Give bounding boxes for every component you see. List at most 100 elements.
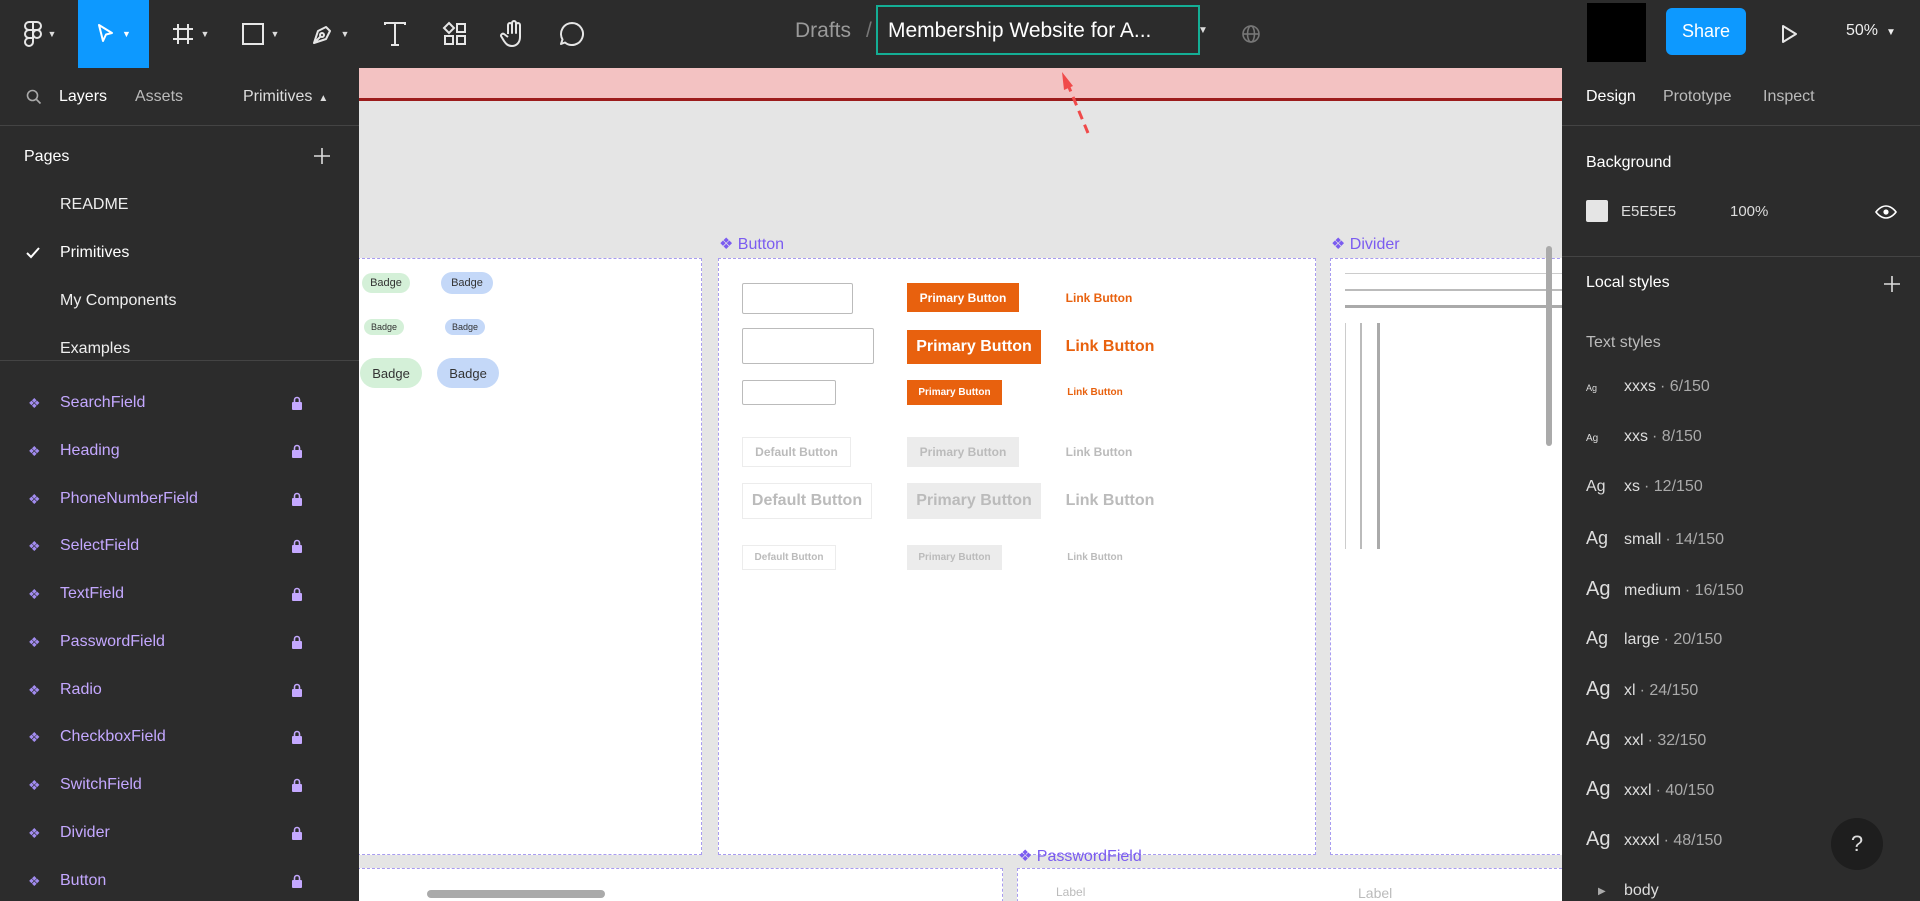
- layer-item[interactable]: ❖ Radio: [0, 670, 359, 710]
- page-item-primitives[interactable]: Primitives: [60, 244, 129, 262]
- zoom-dropdown[interactable]: 50% ▼: [1846, 22, 1896, 40]
- lock-icon[interactable]: [291, 492, 303, 506]
- lock-icon[interactable]: [291, 539, 303, 553]
- layer-item[interactable]: ❖ SwitchField: [0, 765, 359, 805]
- present-button[interactable]: [1774, 0, 1804, 68]
- frame-label-divider[interactable]: ❖ Divider: [1331, 234, 1400, 254]
- input-box-small: [742, 380, 836, 405]
- arrow-annotation: [1062, 72, 1090, 134]
- chevron-down-icon: ▼: [122, 29, 131, 39]
- badge-frame[interactable]: Badge Badge Badge Badge Badge Badge: [359, 258, 702, 855]
- text-style-name: xxxl: [1624, 782, 1652, 799]
- lock-icon[interactable]: [291, 635, 303, 649]
- globe-button[interactable]: [1236, 0, 1266, 68]
- frame-label-button[interactable]: ❖ Button: [719, 234, 784, 254]
- plus-icon[interactable]: [313, 147, 331, 165]
- frame-label-passwordfield[interactable]: ❖ PasswordField: [1018, 846, 1142, 866]
- layer-item[interactable]: ❖ PasswordField: [0, 622, 359, 662]
- text-style-preview: Ag: [1586, 628, 1609, 648]
- lock-icon[interactable]: [291, 826, 303, 840]
- play-icon: [1782, 25, 1797, 43]
- layer-item[interactable]: ❖ CheckboxField: [0, 717, 359, 757]
- comment-tool-button[interactable]: [552, 0, 592, 68]
- background-swatch[interactable]: [1586, 200, 1608, 222]
- pen-tool-button[interactable]: ▼: [300, 0, 360, 68]
- layer-item[interactable]: ❖ Heading: [0, 431, 359, 471]
- lock-icon[interactable]: [291, 683, 303, 697]
- layer-item[interactable]: ❖ SearchField: [0, 383, 359, 423]
- divider-frame[interactable]: [1330, 258, 1562, 855]
- tab-prototype[interactable]: Prototype: [1663, 88, 1731, 106]
- comment-icon: [560, 22, 584, 46]
- layer-item[interactable]: ❖ Button: [0, 861, 359, 901]
- text-style-item[interactable]: Ag large · 20/150: [1586, 628, 1722, 658]
- tab-assets[interactable]: Assets: [135, 88, 183, 106]
- lock-icon[interactable]: [291, 874, 303, 888]
- tab-inspect[interactable]: Inspect: [1763, 88, 1815, 106]
- text-style-preview: Ag: [1586, 433, 1599, 444]
- text-style-meta: · 16/150: [1684, 582, 1744, 599]
- layer-item[interactable]: ❖ TextField: [0, 574, 359, 614]
- text-style-item[interactable]: Ag xxxl · 40/150: [1586, 778, 1714, 808]
- tab-design[interactable]: Design: [1586, 88, 1636, 106]
- shape-tool-button[interactable]: ▼: [230, 0, 290, 68]
- layer-item[interactable]: ❖ SelectField: [0, 526, 359, 566]
- avatar[interactable]: [1587, 3, 1646, 62]
- page-selector[interactable]: Primitives ▲: [243, 88, 328, 106]
- canvas[interactable]: Badge Badge Badge Badge Badge Badge ❖ Bu…: [359, 68, 1562, 901]
- text-style-item[interactable]: Ag xl · 24/150: [1586, 678, 1698, 708]
- file-name-field[interactable]: Membership Website for A...: [876, 5, 1200, 55]
- lock-icon[interactable]: [291, 778, 303, 792]
- lock-icon[interactable]: [291, 396, 303, 410]
- plus-icon[interactable]: [1883, 275, 1901, 293]
- button-frame[interactable]: Primary Button Link Button Primary Butto…: [718, 258, 1316, 855]
- text-style-name: xxxs: [1624, 378, 1656, 395]
- text-style-item[interactable]: Ag small · 14/150: [1586, 528, 1724, 558]
- layer-item[interactable]: ❖ PhoneNumberField: [0, 479, 359, 519]
- share-button[interactable]: Share: [1666, 8, 1746, 55]
- background-hex[interactable]: E5E5E5: [1621, 203, 1676, 220]
- text-style-item[interactable]: Ag xxl · 32/150: [1586, 728, 1706, 758]
- default-button-disabled-xs: Default Button: [742, 545, 836, 570]
- text-style-item[interactable]: Ag medium · 16/150: [1586, 578, 1744, 608]
- chevron-down-icon: ▼: [340, 29, 350, 39]
- layer-name: SelectField: [60, 537, 140, 554]
- text-style-name: medium: [1624, 582, 1681, 599]
- drafts-link[interactable]: Drafts: [795, 19, 851, 43]
- layer-name: Button: [60, 872, 107, 889]
- frame-tool-icon: [172, 24, 193, 44]
- lock-icon[interactable]: [291, 730, 303, 744]
- frame-tool-button[interactable]: ▼: [160, 0, 220, 68]
- text-style-preview: Ag: [1586, 828, 1611, 850]
- figma-menu-button[interactable]: ▼: [10, 0, 70, 68]
- text-style-item[interactable]: Ag xxxxl · 48/150: [1586, 828, 1722, 858]
- passwordfield-frame[interactable]: Label Label: [1017, 868, 1562, 901]
- move-tool-button[interactable]: ▼: [78, 0, 149, 68]
- horizontal-scrollbar[interactable]: [427, 890, 605, 898]
- hand-tool-button[interactable]: [493, 0, 533, 68]
- text-style-item[interactable]: Ag xxs · 8/150: [1586, 428, 1702, 458]
- eye-icon[interactable]: [1875, 205, 1897, 219]
- search-icon[interactable]: [26, 89, 42, 105]
- lock-icon[interactable]: [291, 444, 303, 458]
- link-button-disabled-xs: Link Button: [1067, 552, 1123, 563]
- text-style-item[interactable]: Ag xs · 12/150: [1586, 478, 1703, 508]
- page-item-examples[interactable]: Examples: [60, 340, 130, 358]
- text-style-preview: Ag: [1586, 478, 1606, 495]
- triangle-right-icon[interactable]: ▶: [1598, 886, 1606, 897]
- page-item-readme[interactable]: README: [60, 196, 128, 214]
- vertical-scrollbar[interactable]: [1546, 246, 1552, 446]
- tab-layers[interactable]: Layers: [59, 88, 107, 106]
- resources-button[interactable]: [435, 0, 475, 68]
- text-style-item[interactable]: Ag xxxs · 6/150: [1586, 378, 1710, 408]
- chevron-up-icon: ▲: [318, 93, 329, 104]
- lock-icon[interactable]: [291, 587, 303, 601]
- chevron-down-icon[interactable]: ▼: [1198, 25, 1208, 36]
- background-opacity[interactable]: 100%: [1730, 203, 1768, 220]
- input-box: [742, 283, 853, 314]
- body-style-group[interactable]: body: [1624, 882, 1659, 900]
- page-item-my-components[interactable]: My Components: [60, 292, 177, 310]
- layer-item[interactable]: ❖ Divider: [0, 813, 359, 853]
- text-tool-button[interactable]: [375, 0, 415, 68]
- help-button[interactable]: ?: [1831, 818, 1883, 870]
